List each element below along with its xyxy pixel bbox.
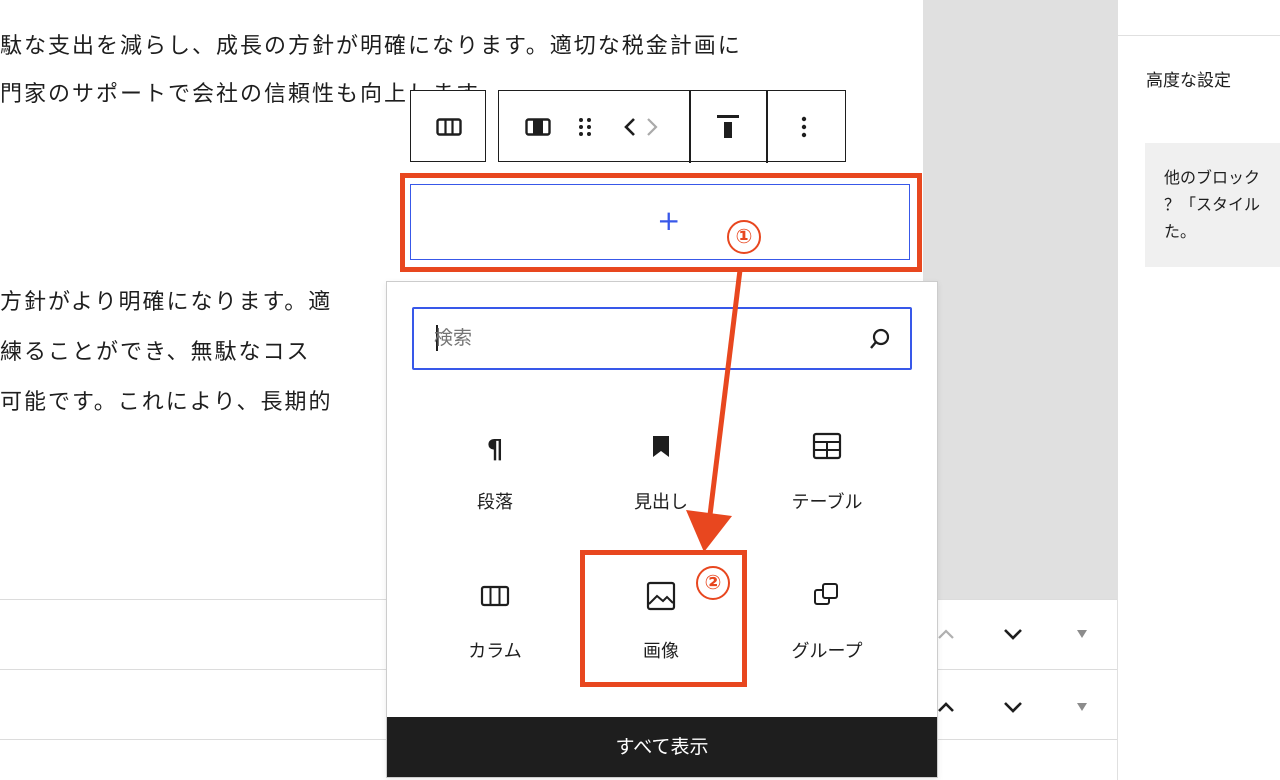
block-item-label: 見出し [634, 492, 688, 513]
block-toolbar [498, 90, 846, 163]
settings-sidebar: 高度な設定 他のブロック ？「スタイル た。 [1117, 0, 1280, 780]
group-icon [814, 583, 838, 605]
more-vertical-icon[interactable] [801, 116, 807, 138]
notice-text: 他のブロック [1164, 168, 1261, 187]
drag-handle-icon[interactable] [577, 116, 593, 138]
block-item-heading[interactable]: 見出し [578, 430, 744, 570]
gray-column-area [923, 0, 1117, 600]
row-move-controls [930, 623, 1100, 663]
chevron-down-icon[interactable] [1002, 627, 1024, 641]
table-icon [812, 432, 842, 460]
svg-text:¶: ¶ [487, 435, 504, 465]
advanced-settings-label[interactable]: 高度な設定 [1146, 66, 1231, 91]
annotation-step-1: ① [727, 220, 761, 254]
chevron-left-icon[interactable] [623, 117, 637, 137]
block-item-label: カラム [468, 641, 522, 662]
block-item-label: テーブル [791, 492, 863, 513]
block-item-group[interactable]: グループ [744, 579, 910, 719]
heading-bookmark-icon [653, 436, 669, 457]
show-all-button[interactable]: すべて表示 [387, 717, 937, 777]
caret-down-icon[interactable] [1076, 702, 1088, 712]
content-paragraph-line[interactable]: 方針がより明確になります。適 [0, 288, 332, 318]
search-icon [870, 328, 890, 349]
search-input[interactable] [434, 322, 834, 354]
block-item-paragraph[interactable]: ¶ 段落 [412, 430, 578, 570]
divider [1118, 35, 1280, 36]
chevron-up-icon[interactable] [936, 627, 956, 641]
toolbar-separator [766, 91, 768, 163]
toolbar-parent-block-button[interactable] [410, 90, 486, 162]
block-item-label: 段落 [477, 492, 513, 513]
caret-down-icon[interactable] [1076, 629, 1088, 639]
notice-box: 他のブロック ？「スタイル た。 [1145, 143, 1280, 267]
annotation-step-2: ② [696, 566, 730, 600]
annotation-highlight-appender [400, 173, 922, 272]
row-move-controls [930, 696, 1100, 736]
content-paragraph-line[interactable]: 可能です。これにより、長期的 [0, 388, 332, 418]
align-top-icon[interactable] [717, 115, 739, 139]
notice-text: た。 [1164, 222, 1197, 241]
chevron-up-icon[interactable] [936, 700, 956, 714]
toolbar-separator [689, 91, 691, 163]
block-inserter-popover: ¶ 段落 見出し テーブル カラム 画像 [386, 281, 938, 778]
block-item-table[interactable]: テーブル [744, 430, 910, 570]
notice-text: ？「スタイル [1164, 195, 1261, 214]
columns-icon [480, 585, 510, 607]
search-field[interactable] [412, 307, 912, 370]
chevron-right-icon[interactable] [645, 117, 659, 137]
columns-icon [436, 118, 462, 136]
paragraph-icon: ¶ [487, 435, 504, 465]
content-paragraph-line[interactable]: 練ることができ、無駄なコス [0, 338, 310, 368]
chevron-down-icon[interactable] [1002, 700, 1024, 714]
block-item-columns[interactable]: カラム [412, 579, 578, 719]
block-item-label: グループ [791, 641, 863, 662]
column-icon[interactable] [525, 118, 551, 136]
content-paragraph-line[interactable]: 駄な支出を減らし、成長の方針が明確になります。適切な税金計画に [0, 32, 742, 62]
